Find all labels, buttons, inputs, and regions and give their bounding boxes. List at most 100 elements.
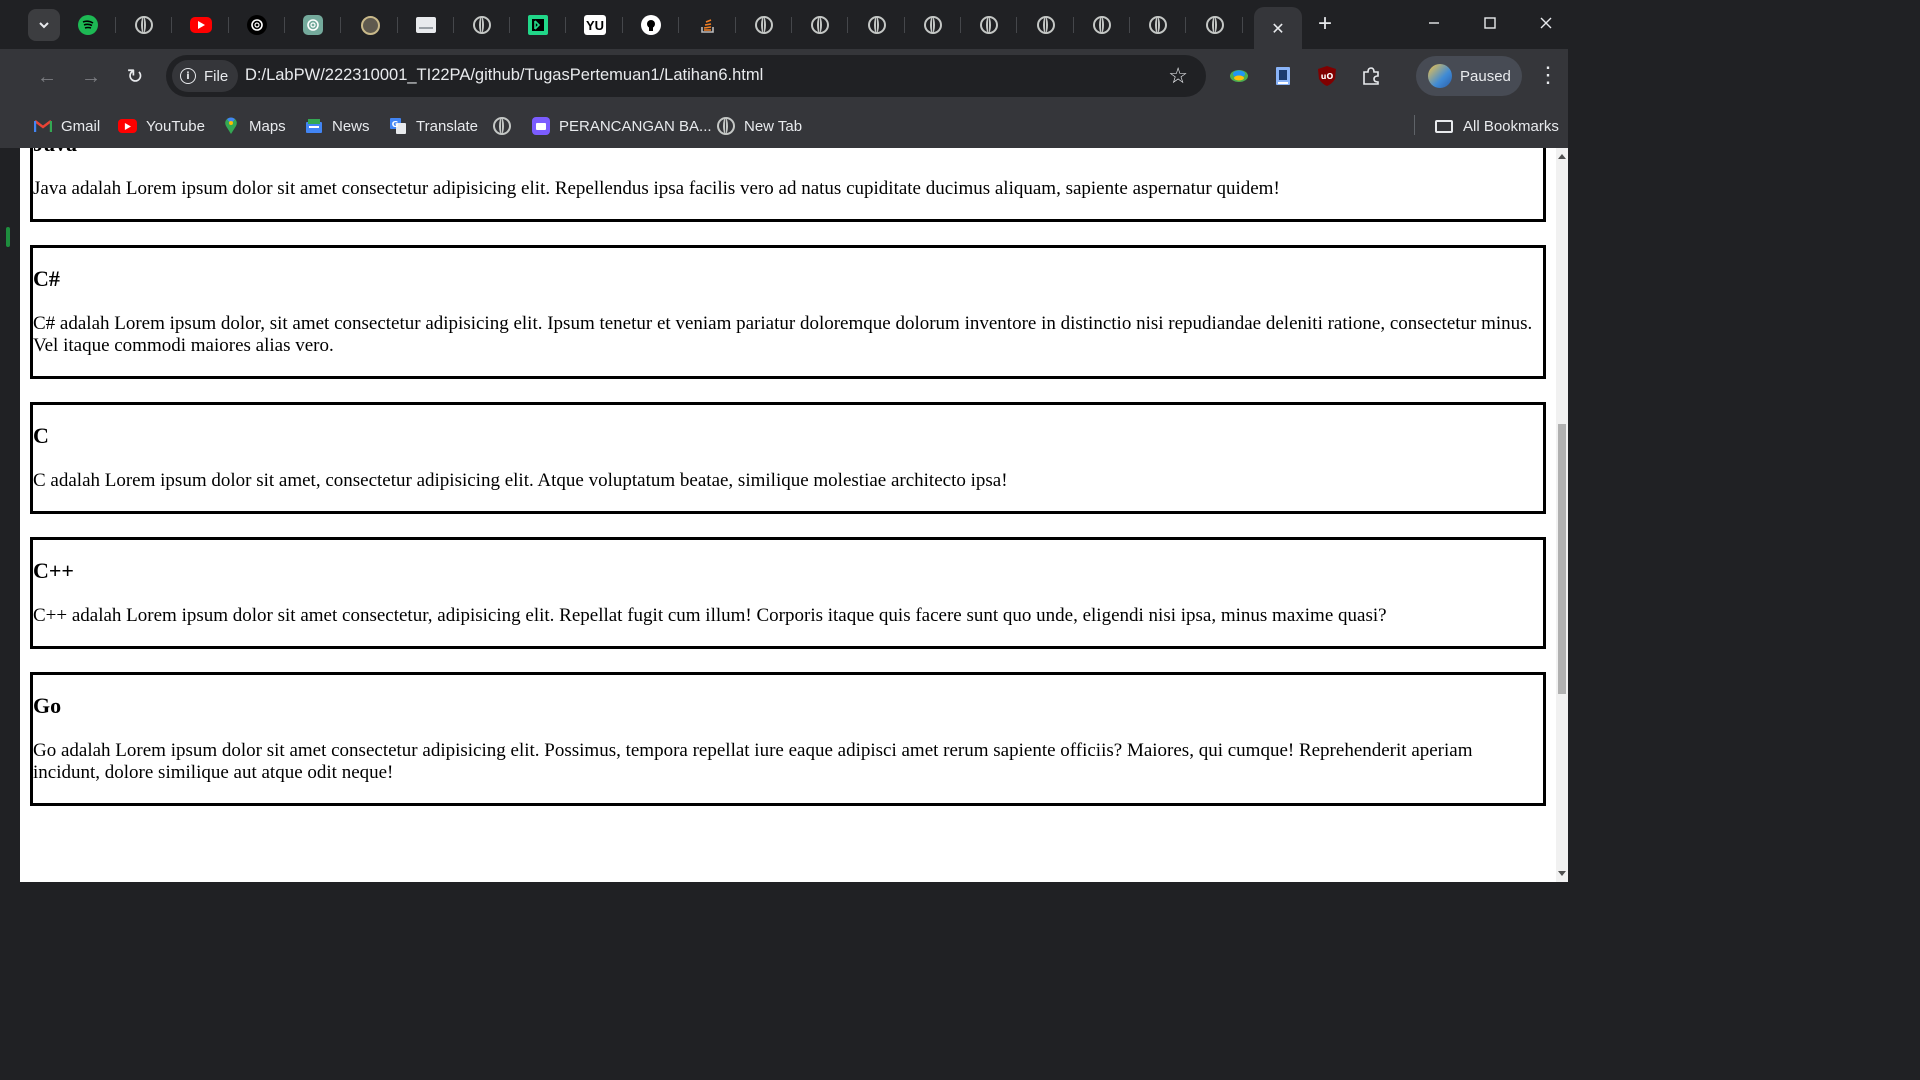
all-bookmarks-label: All Bookmarks xyxy=(1463,117,1559,135)
extension-button[interactable] xyxy=(1226,63,1252,89)
bookmarks-bar: Gmail YouTube Maps News G Translate PERA… xyxy=(0,105,1568,148)
close-tab-icon[interactable]: ✕ xyxy=(1271,19,1284,38)
bookmark-maps[interactable]: Maps xyxy=(222,113,286,139)
extension-leaf-icon xyxy=(1230,70,1248,82)
tab[interactable] xyxy=(849,7,905,43)
ublock-icon: uO xyxy=(1318,66,1336,86)
profile-status-label: Paused xyxy=(1460,67,1511,85)
globe-icon xyxy=(980,16,998,34)
bookmark-label: News xyxy=(332,117,370,135)
bookmark-new-tab[interactable]: New Tab xyxy=(717,113,802,139)
translate-icon: G xyxy=(389,117,407,135)
bookmark-globe[interactable] xyxy=(493,113,520,139)
tab[interactable] xyxy=(1074,7,1130,43)
globe-icon xyxy=(1037,16,1055,34)
scroll-down-arrow-icon[interactable] xyxy=(1558,871,1566,876)
site-info-label: File xyxy=(204,67,229,85)
tab[interactable] xyxy=(1187,7,1243,43)
extension-button[interactable] xyxy=(1270,63,1296,89)
bookmark-label: Gmail xyxy=(61,117,101,135)
side-panel-edge xyxy=(0,148,20,882)
globe-icon xyxy=(811,16,829,34)
tab[interactable] xyxy=(961,7,1017,43)
active-tab[interactable]: ✕ xyxy=(1254,7,1302,49)
page-viewport: Java Java adalah Lorem ipsum dolor sit a… xyxy=(20,148,1556,882)
yu-icon: YU xyxy=(584,15,606,35)
card-title: C# xyxy=(33,266,60,291)
language-card: Go Go adalah Lorem ipsum dolor sit amet … xyxy=(30,672,1546,806)
tab[interactable] xyxy=(116,7,172,43)
bookmarks-separator xyxy=(1414,115,1415,135)
github-icon xyxy=(641,15,661,35)
bookmark-gmail[interactable]: Gmail xyxy=(34,113,100,139)
reload-button[interactable]: ↻ xyxy=(120,62,150,92)
tab-search-button[interactable] xyxy=(28,9,60,41)
gmail-icon xyxy=(34,117,52,135)
bookmark-youtube[interactable]: YouTube xyxy=(118,113,205,139)
tab[interactable] xyxy=(680,7,736,43)
tab[interactable] xyxy=(905,7,961,43)
profile-button[interactable]: Paused xyxy=(1416,56,1522,96)
card-title: Go xyxy=(33,693,62,718)
extensions-menu-button[interactable] xyxy=(1358,63,1384,89)
tab[interactable] xyxy=(510,7,566,43)
globe-icon xyxy=(1093,16,1111,34)
bookmark-perancangan[interactable]: PERANCANGAN BA... xyxy=(532,113,712,139)
info-icon: i xyxy=(180,68,196,84)
vertical-scrollbar[interactable] xyxy=(1556,148,1568,882)
globe-icon xyxy=(924,16,942,34)
page-content: Java Java adalah Lorem ipsum dolor sit a… xyxy=(30,148,1546,829)
language-card: C C adalah Lorem ipsum dolor sit amet, c… xyxy=(30,402,1546,514)
scrollbar-thumb[interactable] xyxy=(1558,424,1566,694)
globe-icon xyxy=(717,117,735,135)
tab-strip: YU ✕ + xyxy=(0,0,1568,49)
browser-menu-button[interactable]: ⋮ xyxy=(1536,64,1560,86)
language-card: C# C# adalah Lorem ipsum dolor, sit amet… xyxy=(30,245,1546,379)
maps-icon xyxy=(222,117,240,135)
extension-button[interactable]: uO xyxy=(1314,63,1340,89)
chevron-down-icon xyxy=(39,22,49,29)
url-text[interactable]: D:/LabPW/222310001_TI22PA/github/TugasPe… xyxy=(245,66,763,85)
tab[interactable] xyxy=(229,7,285,43)
bookmark-label: PERANCANGAN BA... xyxy=(559,117,712,135)
forward-button[interactable]: → xyxy=(76,62,106,92)
tab[interactable] xyxy=(792,7,848,43)
bookmark-label: YouTube xyxy=(146,117,205,135)
bookmark-translate[interactable]: G Translate xyxy=(389,113,478,139)
tab[interactable] xyxy=(60,7,116,43)
tab[interactable] xyxy=(342,7,398,43)
stackoverflow-icon xyxy=(698,15,718,35)
tab[interactable] xyxy=(398,7,454,43)
bookmark-news[interactable]: News xyxy=(305,113,370,139)
tab[interactable] xyxy=(173,7,229,43)
back-button[interactable]: ← xyxy=(32,62,62,92)
maximize-button[interactable] xyxy=(1470,10,1510,40)
site-icon xyxy=(360,15,380,35)
new-tab-button[interactable]: + xyxy=(1310,10,1340,40)
tab[interactable] xyxy=(285,7,341,43)
bookmark-star-icon[interactable]: ☆ xyxy=(1168,63,1188,89)
scroll-up-arrow-icon[interactable] xyxy=(1558,154,1566,159)
tab[interactable] xyxy=(736,7,792,43)
globe-icon xyxy=(135,16,153,34)
toolbar: ← → ↻ i File D:/LabPW/222310001_TI22PA/g… xyxy=(0,49,1568,105)
address-bar[interactable]: i File D:/LabPW/222310001_TI22PA/github/… xyxy=(166,55,1206,97)
tab[interactable] xyxy=(623,7,679,43)
card-text: C++ adalah Lorem ipsum dolor sit amet co… xyxy=(33,605,1387,626)
minimize-icon xyxy=(1429,22,1439,24)
puzzle-icon xyxy=(1363,67,1379,85)
site-info-chip[interactable]: i File xyxy=(172,60,239,92)
app-icon xyxy=(532,117,550,135)
chatgpt-icon xyxy=(303,15,323,35)
card-title: C++ xyxy=(33,558,74,583)
tab[interactable] xyxy=(1130,7,1186,43)
all-bookmarks-button[interactable]: All Bookmarks xyxy=(1435,113,1559,139)
globe-icon xyxy=(1149,16,1167,34)
close-window-button[interactable] xyxy=(1526,10,1566,40)
bookmark-label: Translate xyxy=(416,117,478,135)
tab[interactable]: YU xyxy=(567,7,623,43)
tab[interactable] xyxy=(1018,7,1074,43)
tab[interactable] xyxy=(454,7,510,43)
minimize-button[interactable] xyxy=(1414,10,1454,40)
svg-text:uO: uO xyxy=(1321,72,1334,81)
